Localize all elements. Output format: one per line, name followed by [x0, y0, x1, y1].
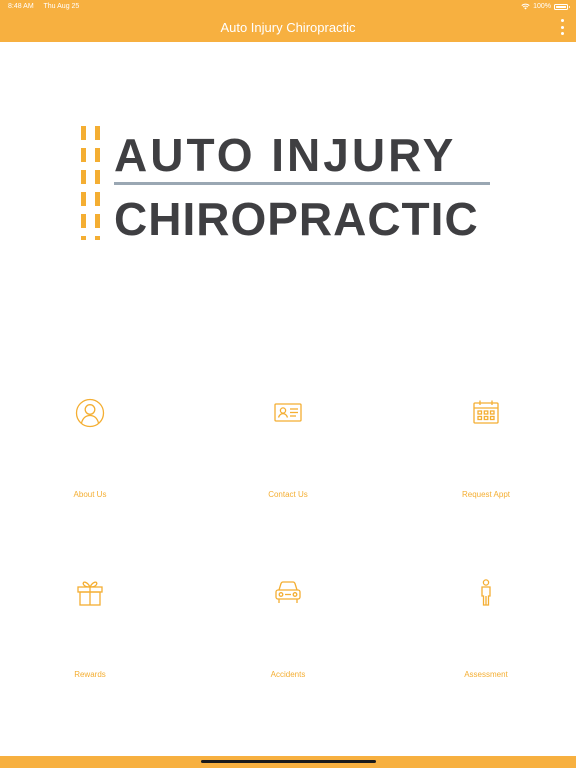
status-bar-left: 8:48 AM Thu Aug 25 — [8, 3, 87, 10]
tile-label: Contact Us — [268, 490, 308, 499]
status-time: 8:48 AM — [8, 3, 34, 10]
footer-bar — [0, 756, 576, 768]
tile-label: About Us — [73, 490, 107, 499]
tile-rewards[interactable]: Rewards — [0, 576, 180, 726]
status-date: Thu Aug 25 — [43, 3, 80, 10]
page-title: Auto Injury Chiropractic — [220, 20, 356, 35]
car-icon — [275, 581, 301, 603]
person-circle-icon — [75, 398, 105, 428]
tile-request-appt[interactable]: Request Appt — [396, 396, 576, 546]
wifi-icon — [521, 3, 530, 10]
tile-label: Accidents — [270, 670, 306, 679]
gift-icon — [77, 581, 103, 606]
logo-line-1: AUTO INJURY — [114, 129, 457, 181]
tile-label: Rewards — [74, 670, 106, 679]
logo-line-2: CHIROPRACTIC — [114, 193, 479, 245]
app-header: 8:48 AM Thu Aug 25 100% Auto Injury Chir… — [0, 0, 576, 42]
more-vertical-icon[interactable] — [556, 19, 568, 35]
calendar-icon — [473, 400, 499, 424]
logo-divider — [114, 182, 490, 185]
battery-level — [556, 5, 566, 8]
person-standing-icon — [481, 579, 491, 606]
app-logo: AUTO INJURY CHIROPRACTIC — [66, 112, 528, 266]
status-bar-right: 100% — [521, 3, 570, 10]
home-indicator[interactable] — [201, 760, 376, 763]
tile-contact-us[interactable]: Contact Us — [198, 396, 378, 546]
battery-percent: 100% — [533, 3, 551, 10]
contact-card-icon — [274, 403, 302, 422]
tile-label: Assessment — [464, 670, 508, 679]
tile-label: Request Appt — [461, 490, 511, 499]
battery-icon — [554, 3, 570, 10]
tile-accidents[interactable]: Accidents — [198, 576, 378, 726]
tile-assessment[interactable]: Assessment — [396, 576, 576, 726]
tile-about-us[interactable]: About Us — [0, 396, 180, 546]
